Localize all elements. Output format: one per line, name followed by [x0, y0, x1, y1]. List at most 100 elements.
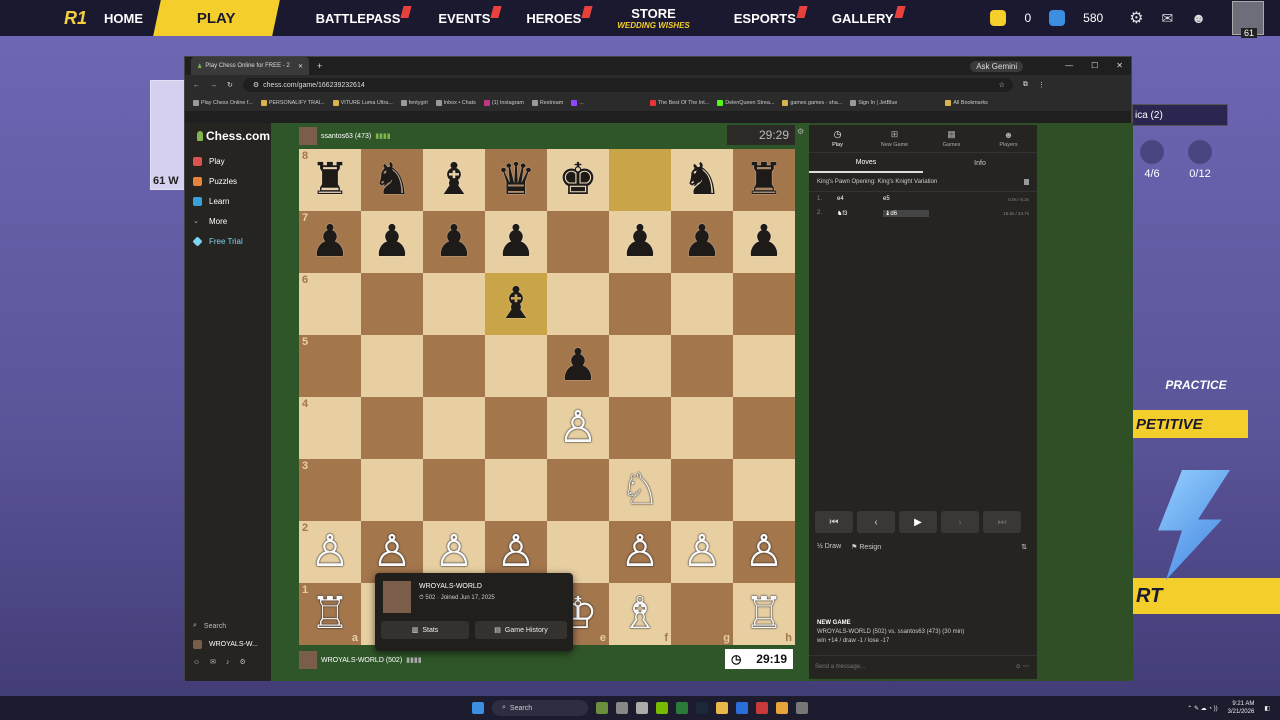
board-square[interactable]: ♟ [423, 211, 485, 273]
taskbar-search[interactable]: ⌕ Search [492, 700, 588, 716]
nav-play[interactable]: PLAY [153, 0, 280, 36]
board-square[interactable]: ♙ 2 [299, 521, 361, 583]
flip-board-icon[interactable]: ⇅ [1021, 543, 1027, 551]
black-piece-icon[interactable]: ♟ [558, 344, 597, 388]
board-square[interactable] [361, 459, 423, 521]
board-square[interactable] [609, 335, 671, 397]
sidebar-item-free-trial[interactable]: Free Trial [192, 231, 271, 251]
profile-avatar[interactable]: 61 [1232, 1, 1264, 38]
taskbar-clock[interactable]: 9:21 AM 3/21/2026 [1228, 700, 1255, 716]
board-square[interactable] [485, 335, 547, 397]
black-piece-icon[interactable]: ♟ [372, 220, 411, 264]
squad-panel[interactable]: ica (2) [1132, 104, 1228, 126]
board-square[interactable]: ♟ [733, 211, 795, 273]
board-square[interactable]: g [671, 583, 733, 645]
file-explorer-icon[interactable] [716, 702, 728, 714]
app-icon[interactable] [756, 702, 768, 714]
bookmark-item[interactable]: ... [571, 100, 584, 106]
bookmark-item[interactable]: Play Chess Online f... [193, 100, 253, 106]
new-tab-icon[interactable]: + [317, 61, 322, 71]
tab-games[interactable]: ▦ Games [923, 125, 980, 152]
board-square[interactable] [733, 273, 795, 335]
board-square[interactable]: 5 [299, 335, 361, 397]
competitive-button[interactable]: PETITIVE [1132, 410, 1248, 438]
board-square[interactable] [671, 273, 733, 335]
white-piece-icon[interactable]: ♖ [310, 592, 349, 636]
black-piece-icon[interactable]: ♟ [310, 220, 349, 264]
board-square[interactable] [423, 273, 485, 335]
extensions-icon[interactable]: ⧉ [1023, 81, 1028, 89]
board-square[interactable]: ♟ [361, 211, 423, 273]
tab-players[interactable]: ☻ Players [980, 125, 1037, 152]
bookmark-item[interactable]: VITURE Luma Ultra... [332, 100, 393, 106]
white-piece-icon[interactable]: ♙ [372, 530, 411, 574]
player-avatar[interactable] [299, 651, 317, 669]
black-piece-icon[interactable]: ♜ [744, 158, 783, 202]
task-view-icon[interactable] [616, 702, 628, 714]
forward-icon[interactable]: → [210, 82, 217, 89]
board-square[interactable]: ♘ [609, 459, 671, 521]
minimize-icon[interactable]: — [1065, 61, 1073, 72]
steam-icon[interactable] [696, 702, 708, 714]
nav-battlepass[interactable]: BATTLEPASS [316, 0, 412, 36]
settings-icon[interactable]: ⚙ [240, 658, 246, 666]
reload-icon[interactable]: ↻ [227, 81, 233, 89]
board-square[interactable] [547, 211, 609, 273]
player-name[interactable]: WROYALS-WORLD (502) [321, 657, 402, 664]
subtab-info[interactable]: Info [923, 153, 1037, 173]
board-square[interactable]: ♖ h [733, 583, 795, 645]
start-button[interactable]: RT [1132, 578, 1280, 614]
board-square[interactable] [361, 273, 423, 335]
board-square[interactable] [547, 273, 609, 335]
black-piece-icon[interactable]: ♟ [496, 220, 535, 264]
board-square[interactable]: ♜ 8 [299, 149, 361, 211]
menu-icon[interactable]: ⋮ [1038, 81, 1045, 89]
book-icon[interactable] [1024, 179, 1029, 185]
black-piece-icon[interactable]: ♛ [496, 158, 535, 202]
play-move-icon[interactable]: ▶ [899, 511, 937, 533]
sidebar-item-learn[interactable]: Learn [193, 191, 271, 211]
chess-logo[interactable]: Chess.com [197, 129, 271, 143]
subtab-moves[interactable]: Moves [809, 153, 923, 173]
board-square[interactable]: ♝ [423, 149, 485, 211]
board-square[interactable] [733, 335, 795, 397]
site-info-icon[interactable]: ⚙ [253, 81, 259, 89]
board-square[interactable]: ♙ [733, 521, 795, 583]
white-move[interactable]: e4 [837, 196, 883, 202]
settings-app-icon[interactable] [636, 702, 648, 714]
board-square[interactable]: ♗ f [609, 583, 671, 645]
white-piece-icon[interactable]: ♙ [434, 530, 473, 574]
bookmark-item[interactable]: The Best Of The Int... [649, 100, 709, 106]
nvidia-icon[interactable] [656, 702, 668, 714]
black-piece-icon[interactable]: ♝ [496, 282, 535, 326]
white-piece-icon[interactable]: ♙ [744, 530, 783, 574]
board-square[interactable] [609, 149, 671, 211]
tab-play[interactable]: ◷ Play [809, 125, 866, 152]
opponent-name[interactable]: ssantos63 (473) [321, 133, 371, 140]
board-square[interactable]: ♙ [547, 397, 609, 459]
next-move-icon[interactable]: › [941, 511, 979, 533]
sidebar-item-more[interactable]: ⌄ More [193, 211, 271, 231]
notification-icon[interactable]: ◧ [1264, 705, 1270, 712]
app-icon[interactable] [796, 702, 808, 714]
board-square[interactable]: ♛ [485, 149, 547, 211]
board-settings-icon[interactable]: ⚙ [797, 127, 804, 136]
maximize-icon[interactable]: ☐ [1091, 61, 1098, 72]
nav-heroes[interactable]: HEROES [526, 0, 593, 36]
board-square[interactable] [609, 273, 671, 335]
board-square[interactable] [361, 335, 423, 397]
nav-esports[interactable]: ESPORTS [734, 0, 808, 36]
practice-button[interactable]: PRACTICE [1132, 372, 1260, 398]
board-square[interactable] [361, 397, 423, 459]
board-square[interactable]: ♟ [609, 211, 671, 273]
board-square[interactable]: ♙ [671, 521, 733, 583]
board-square[interactable]: ♚ [547, 149, 609, 211]
board-square[interactable]: ♟ [485, 211, 547, 273]
board-square[interactable] [485, 397, 547, 459]
first-move-icon[interactable]: ⏮ [815, 511, 853, 533]
chrome-icon[interactable] [776, 702, 788, 714]
opponent-avatar[interactable] [299, 127, 317, 145]
board-square[interactable]: ♜ [733, 149, 795, 211]
nav-events[interactable]: EVENTS [438, 0, 503, 36]
board-square[interactable] [733, 397, 795, 459]
